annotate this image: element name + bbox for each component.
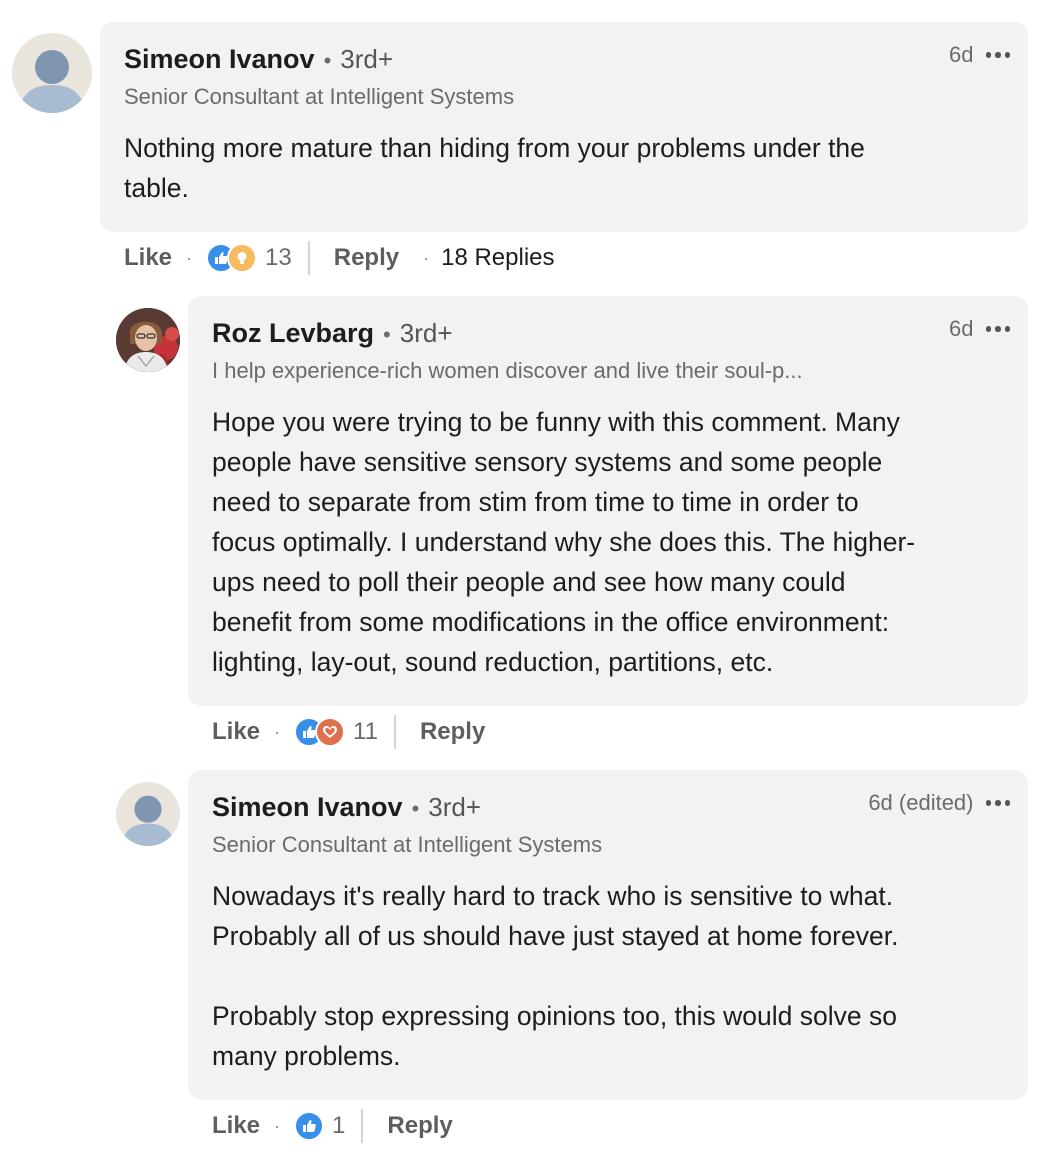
reaction-count: 13 bbox=[265, 244, 292, 271]
author-name[interactable]: Roz Levbarg bbox=[212, 318, 374, 349]
insightful-reaction-icon bbox=[227, 243, 258, 273]
commenter-avatar[interactable] bbox=[116, 308, 180, 372]
reply-button[interactable]: Reply bbox=[420, 718, 485, 746]
connection-degree: 3rd+ bbox=[340, 44, 394, 74]
author-name[interactable]: Simeon Ivanov bbox=[124, 44, 315, 75]
profile-photo-icon bbox=[116, 308, 180, 372]
comment-text: Nowadays it's really hard to track who i… bbox=[212, 881, 899, 1071]
action-divider bbox=[361, 1109, 364, 1143]
default-profile-icon bbox=[120, 795, 176, 846]
action-separator: · bbox=[274, 721, 281, 742]
connection-degree: 3rd+ bbox=[399, 318, 453, 348]
commenter-avatar[interactable] bbox=[12, 33, 92, 113]
author-headline: I help experience-rich women discover an… bbox=[212, 358, 803, 383]
comment-timestamp: 6d bbox=[949, 42, 974, 67]
comment-text: Nothing more mature than hiding from you… bbox=[124, 133, 865, 203]
default-profile-icon bbox=[18, 50, 86, 113]
reactions-summary[interactable]: 11 bbox=[294, 717, 378, 747]
comment-meta: 6d bbox=[949, 316, 1010, 342]
reactions-summary[interactable]: 1 bbox=[294, 1111, 345, 1141]
like-button[interactable]: Like bbox=[212, 718, 260, 746]
comment-header: Roz Levbarg • 3rd+ bbox=[212, 318, 453, 349]
comment-timestamp: 6d (edited) bbox=[868, 790, 974, 815]
comment-bubble: Simeon Ivanov • 3rd+ Senior Consultant a… bbox=[100, 22, 1028, 232]
comment-meta: 6d (edited) bbox=[868, 790, 1010, 816]
like-button[interactable]: Like bbox=[124, 244, 172, 272]
comment-header: Simeon Ivanov • 3rd+ bbox=[124, 44, 393, 75]
reaction-count: 1 bbox=[332, 1112, 346, 1139]
comment-actions: Like · 13 Reply · 18 Replies bbox=[124, 240, 555, 276]
separator-dot: • bbox=[383, 322, 391, 347]
reply-button[interactable]: Reply bbox=[387, 1112, 452, 1140]
commenter-avatar[interactable] bbox=[116, 782, 180, 846]
reply-bubble: Roz Levbarg • 3rd+ I help experience-ric… bbox=[188, 296, 1028, 706]
love-reaction-icon bbox=[315, 717, 346, 747]
separator-dot: • bbox=[323, 48, 332, 73]
comment-timestamp: 6d bbox=[949, 316, 974, 341]
comment-actions: Like · 1 Reply bbox=[212, 1108, 453, 1144]
replies-count-link[interactable]: 18 Replies bbox=[441, 244, 554, 272]
reply-bubble: Simeon Ivanov • 3rd+ Senior Consultant a… bbox=[188, 770, 1028, 1100]
reaction-count: 11 bbox=[353, 718, 378, 745]
more-options-icon[interactable] bbox=[985, 326, 1010, 332]
action-separator: · bbox=[274, 1115, 281, 1136]
author-headline: Senior Consultant at Intelligent Systems bbox=[124, 84, 515, 109]
reactions-summary[interactable]: 13 bbox=[206, 243, 292, 273]
author-name[interactable]: Simeon Ivanov bbox=[212, 792, 403, 823]
action-divider bbox=[393, 715, 396, 749]
comment-text: Hope you were trying to be funny with th… bbox=[212, 407, 916, 677]
like-reaction-icon bbox=[294, 1111, 325, 1141]
action-separator: · bbox=[423, 247, 430, 268]
comment-meta: 6d bbox=[949, 42, 1010, 68]
like-button[interactable]: Like bbox=[212, 1112, 260, 1140]
comment-header: Simeon Ivanov • 3rd+ bbox=[212, 792, 481, 823]
separator-dot: • bbox=[411, 796, 420, 821]
more-options-icon[interactable] bbox=[985, 800, 1010, 806]
author-headline: Senior Consultant at Intelligent Systems bbox=[212, 832, 603, 857]
connection-degree: 3rd+ bbox=[428, 792, 482, 822]
comment-actions: Like · 11 Reply bbox=[212, 714, 485, 750]
action-separator: · bbox=[186, 247, 193, 268]
action-divider bbox=[307, 241, 310, 275]
reply-button[interactable]: Reply bbox=[334, 244, 399, 272]
more-options-icon[interactable] bbox=[985, 52, 1010, 58]
